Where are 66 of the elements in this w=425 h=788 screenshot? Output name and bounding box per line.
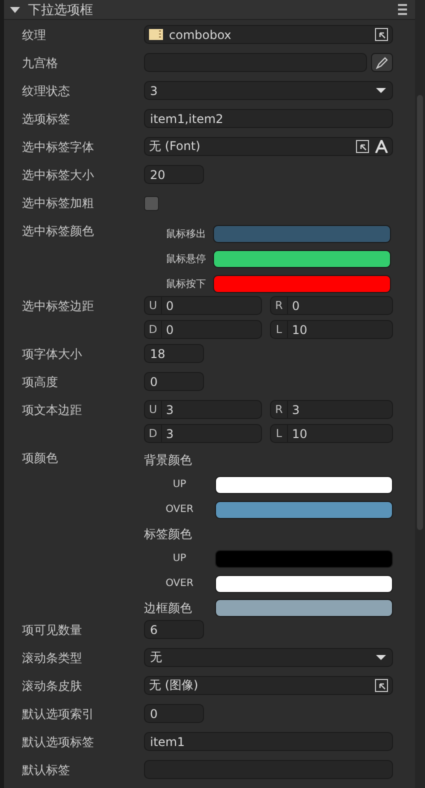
property-label: 默认标签: [21, 762, 71, 779]
group-label: 标签颜色: [144, 526, 193, 542]
property-label: 滚动条皮肤: [21, 678, 83, 695]
property-label: 选中标签加粗: [21, 195, 95, 212]
panel-title: 下拉选项框: [28, 2, 94, 18]
state-label: 鼠标按下: [165, 278, 207, 290]
collapse-caret-icon[interactable]: [10, 6, 20, 12]
state-label: UP: [172, 553, 188, 564]
input-field[interactable]: item1: [144, 732, 393, 751]
checkbox[interactable]: [144, 196, 159, 211]
property-label: 选中标签边距: [21, 298, 95, 315]
texture-thumbnail-icon[interactable]: [149, 29, 163, 40]
color-swatch[interactable]: [215, 500, 393, 518]
padding-field[interactable]: R 0: [270, 296, 393, 315]
edit-button[interactable]: [371, 53, 393, 72]
property-label: 纹理状态: [21, 83, 71, 100]
color-swatch[interactable]: [215, 476, 393, 494]
color-swatch[interactable]: [213, 224, 391, 242]
color-swatch[interactable]: [213, 250, 391, 268]
input-field[interactable]: item1,item2: [144, 109, 393, 128]
pen-icon[interactable]: [376, 56, 388, 68]
pick-icon[interactable]: [375, 28, 388, 41]
padding-field[interactable]: D 3: [144, 424, 262, 443]
property-label: 项文本边距: [21, 402, 83, 419]
property-label: 选项标签: [21, 111, 71, 128]
padding-field[interactable]: L 10: [270, 320, 393, 339]
dropdown[interactable]: 3: [144, 81, 393, 100]
state-label: OVER: [164, 578, 194, 589]
property-label: 选中标签大小: [21, 167, 95, 184]
number-field[interactable]: 20: [144, 165, 204, 184]
property-label: 项可见数量: [21, 622, 83, 639]
padding-field[interactable]: L 10: [270, 424, 393, 443]
padding-field[interactable]: U 3: [144, 400, 262, 419]
panel-header[interactable]: 下拉选项框: [4, 0, 415, 20]
dropdown-caret-icon[interactable]: [376, 655, 386, 660]
number-field[interactable]: 6: [144, 620, 204, 639]
color-swatch[interactable]: [215, 599, 393, 617]
property-label: 选中标签字体: [21, 139, 95, 156]
padding-field[interactable]: R 3: [270, 400, 393, 419]
state-label: UP: [172, 479, 188, 490]
dropdown-caret-icon[interactable]: [376, 88, 386, 93]
padding-field[interactable]: D 0: [144, 320, 262, 339]
property-label: 默认选项索引: [21, 706, 95, 723]
group-label: 背景颜色: [144, 452, 193, 468]
property-label: 项字体大小: [21, 346, 83, 363]
property-label: 选中标签颜色: [21, 223, 95, 240]
state-label: 鼠标悬停: [165, 252, 207, 266]
field-value: combobox: [169, 28, 232, 42]
group-label: 边框颜色: [144, 600, 193, 616]
color-swatch[interactable]: [213, 274, 391, 292]
property-label: 项颜色: [21, 450, 59, 467]
state-label: 鼠标移出: [165, 228, 207, 240]
property-label: 滚动条类型: [21, 650, 83, 667]
property-label: 九宫格: [21, 55, 59, 72]
property-label: 纹理: [21, 27, 47, 44]
number-field[interactable]: 0: [144, 372, 204, 391]
color-swatch[interactable]: [215, 550, 393, 568]
color-swatch[interactable]: [215, 574, 393, 592]
menu-icon[interactable]: [398, 4, 407, 15]
number-field[interactable]: 18: [144, 344, 204, 363]
dropdown[interactable]: 无: [144, 648, 393, 667]
property-label: 项高度: [21, 374, 59, 391]
padding-field[interactable]: U 0: [144, 296, 262, 315]
number-field[interactable]: 0: [144, 704, 204, 723]
state-label: OVER: [164, 504, 194, 515]
property-label: 默认选项标签: [21, 734, 95, 751]
